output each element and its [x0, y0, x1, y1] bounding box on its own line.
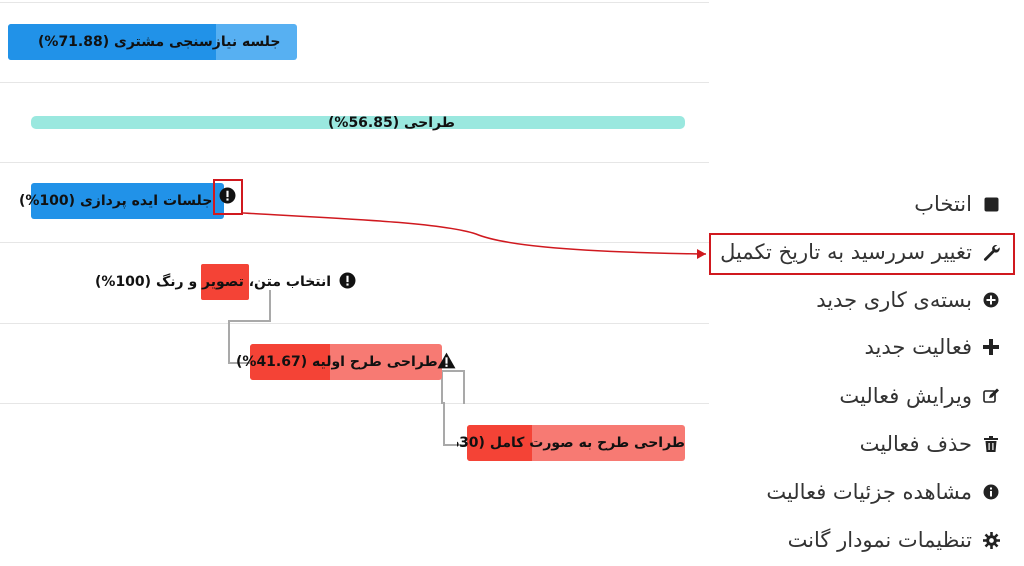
menu-item-label: تنظیمات نمودار گانت [787, 528, 972, 552]
menu-item-gantt-settings[interactable]: تنظیمات نمودار گانت [788, 528, 1002, 552]
gantt-task-bar[interactable]: جلسه نیازسنجی مشتری (71.88%) [8, 24, 297, 60]
menu-item-label: انتخاب [914, 192, 972, 216]
menu-item-label: فعالیت جدید [864, 335, 972, 359]
gantt-task-bar[interactable]: طراحی (56.85%) [31, 115, 685, 131]
menu-item-label: بسته‌ی کاری جدید [816, 288, 972, 312]
row-divider [0, 323, 709, 324]
menu-item-label: ویرایش فعالیت [839, 384, 972, 408]
highlight-box [709, 233, 1015, 275]
menu-item-delete-activity[interactable]: حذف فعالیت [860, 432, 1002, 456]
gear-icon [980, 531, 1002, 549]
menu-item-label: مشاهده جزئیات فعالیت [766, 480, 972, 504]
row-divider [0, 82, 709, 83]
gantt-chart: جلسه نیازسنجی مشتری (71.88%) طراحی (56.8… [0, 0, 709, 566]
task-label: جلسات ایده پردازی (100%) [19, 193, 213, 209]
gantt-task-bar[interactable]: طراحی طرح اولیه (41.67%) [236, 344, 442, 380]
plus-circle-icon [980, 292, 1002, 308]
row-divider [0, 403, 709, 404]
menu-item-view-activity-details[interactable]: مشاهده جزئیات فعالیت [766, 480, 1002, 504]
task-label: طراحی طرح به صورت کامل (30%) [457, 435, 685, 451]
trash-icon [980, 436, 1002, 452]
plus-icon [980, 339, 1002, 355]
task-label: طراحی طرح اولیه (41.67%) [236, 354, 438, 370]
task-label: انتخاب متن، تصویر و رنگ (100%) [95, 274, 332, 290]
menu-item-new-work-package[interactable]: بسته‌ی کاری جدید [816, 288, 1002, 312]
task-label: طراحی (56.85%) [328, 114, 455, 131]
warning-triangle-icon[interactable] [437, 352, 456, 373]
menu-item-new-activity[interactable]: فعالیت جدید [865, 335, 1002, 359]
gantt-task-bar[interactable]: جلسات ایده پردازی (100%) [19, 183, 224, 219]
context-menu: انتخاب تغییر سررسید به تاریخ تکمیل بسته‌… [709, 0, 1024, 566]
row-divider [0, 162, 709, 163]
edit-icon [980, 388, 1002, 404]
menu-item-label: حذف فعالیت [859, 432, 972, 456]
task-label: جلسه نیازسنجی مشتری (71.88%) [38, 34, 281, 50]
square-icon [980, 197, 1002, 212]
info-circle-icon [980, 484, 1002, 500]
gantt-task-bar[interactable]: طراحی طرح به صورت کامل (30%) [457, 425, 685, 461]
row-divider [0, 2, 709, 3]
highlight-box [213, 179, 243, 215]
menu-item-select[interactable]: انتخاب [914, 192, 1002, 216]
menu-item-edit-activity[interactable]: ویرایش فعالیت [839, 384, 1002, 408]
row-divider [0, 242, 709, 243]
gantt-task-bar[interactable]: انتخاب متن، تصویر و رنگ (100%) [95, 264, 331, 300]
exclamation-circle-icon[interactable] [339, 272, 356, 293]
